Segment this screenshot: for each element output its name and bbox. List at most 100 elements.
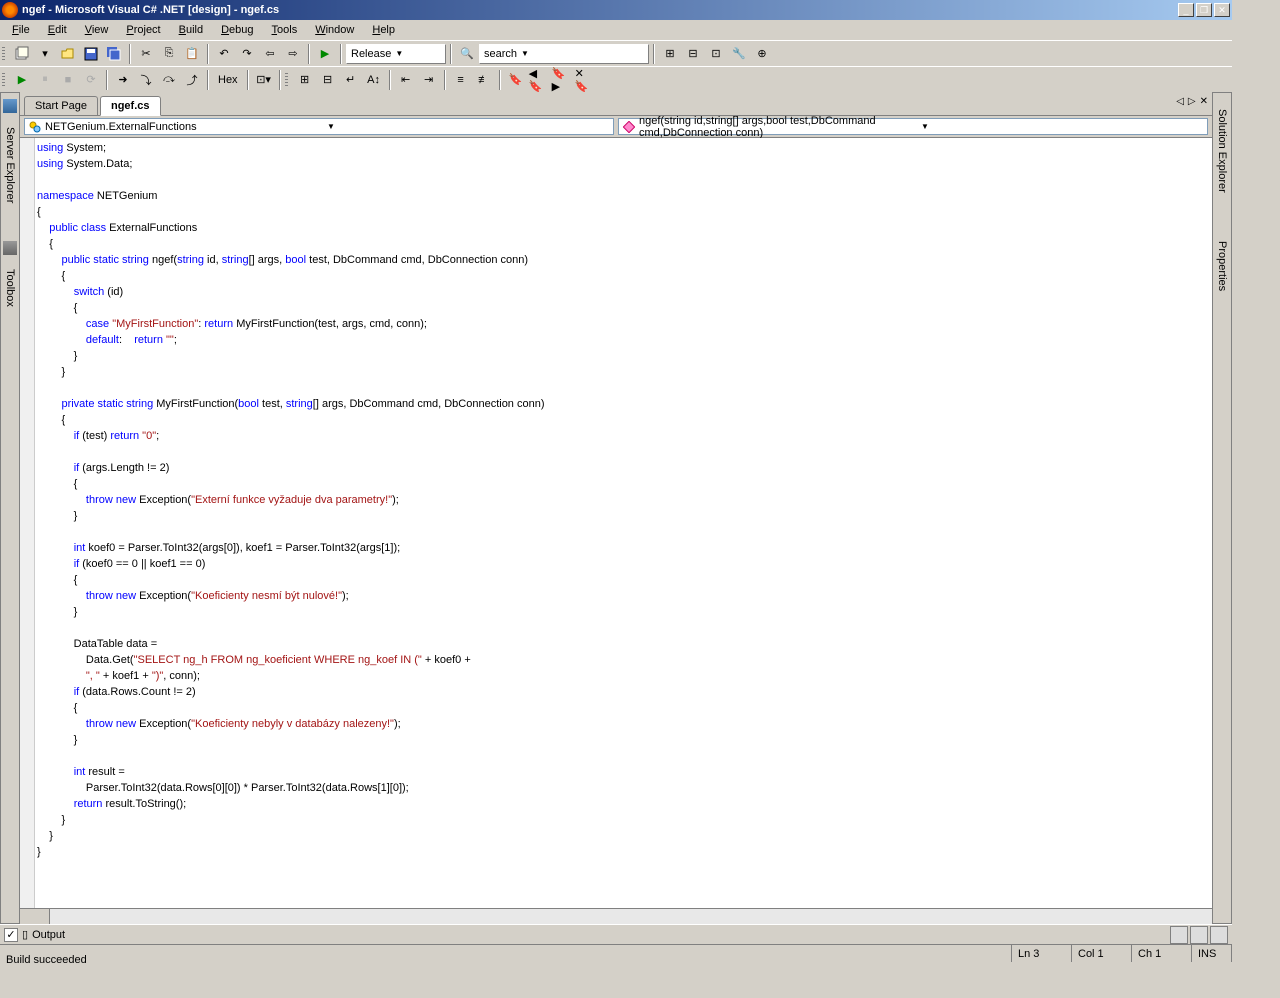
status-ch: Ch 1	[1132, 945, 1192, 962]
tab-start-page[interactable]: Start Page	[24, 96, 98, 115]
indent-less-button[interactable]: ⇤	[395, 69, 417, 91]
text-tool2-button[interactable]: ⊟	[317, 69, 339, 91]
menu-view[interactable]: View	[77, 22, 117, 38]
step-into-button[interactable]: ⤵	[135, 69, 157, 91]
step-over-button[interactable]: ⤼	[158, 69, 180, 91]
menu-file[interactable]: File	[4, 22, 38, 38]
bookmark-prev-button[interactable]: ◀🔖	[528, 69, 550, 91]
app-icon	[2, 2, 18, 18]
class-icon	[29, 121, 41, 133]
code-editor[interactable]: using System;using System.Data; namespac…	[20, 138, 1212, 908]
find-icon[interactable]: 🔍	[456, 43, 478, 65]
redo-button[interactable]: ↷	[236, 43, 258, 65]
toolbox-icon[interactable]	[3, 241, 17, 255]
menu-window[interactable]: Window	[307, 22, 362, 38]
copy-button[interactable]: ⎘	[158, 43, 180, 65]
word-wrap-button[interactable]: ↵	[340, 69, 362, 91]
output-tool3-icon[interactable]	[1210, 926, 1228, 944]
debug-toolbar: ▶ ⏸ ■ ⟳ ➜ ⤵ ⤼ ⤴ Hex ⊡▾ ⊞ ⊟ ↵ A↕ ⇤ ⇥ ≡ ≢ …	[0, 66, 1232, 92]
close-button[interactable]: ✕	[1214, 3, 1230, 17]
toolbar-grip[interactable]	[2, 43, 8, 65]
split-handle[interactable]	[20, 909, 50, 924]
toolbar-grip[interactable]	[2, 69, 8, 91]
horizontal-scrollbar[interactable]	[20, 908, 1212, 924]
toolbar-grip[interactable]	[285, 69, 291, 91]
output-separator: ▯	[22, 928, 28, 941]
navigation-bar: NETGenium.ExternalFunctions ▼ ngef(strin…	[20, 116, 1212, 138]
uncomment-button[interactable]: ≢	[473, 69, 495, 91]
properties-tab[interactable]: Properties	[1214, 233, 1230, 299]
toolbox-button[interactable]: 🔧	[728, 43, 750, 65]
output-tool2-icon[interactable]	[1190, 926, 1208, 944]
start-button[interactable]: ▶	[314, 43, 336, 65]
tab-nav-left-icon[interactable]: ◁	[1176, 96, 1184, 107]
code-text-area[interactable]: using System;using System.Data; namespac…	[35, 138, 1212, 908]
solution-explorer-button[interactable]: ⊞	[659, 43, 681, 65]
tab-ngef-cs[interactable]: ngef.cs	[100, 96, 161, 116]
left-dock: Server Explorer Toolbox	[0, 92, 20, 924]
restore-button[interactable]: ❐	[1196, 3, 1212, 17]
menu-build[interactable]: Build	[171, 22, 211, 38]
task-list-icon[interactable]: ✓	[4, 928, 18, 942]
save-button[interactable]	[80, 43, 102, 65]
member-dropdown[interactable]: ngef(string id,string[] args,bool test,D…	[618, 118, 1208, 135]
menu-debug[interactable]: Debug	[213, 22, 261, 38]
outlining-gutter[interactable]	[20, 138, 35, 908]
new-item-button[interactable]: ▾	[34, 43, 56, 65]
right-dock: Solution Explorer Properties	[1212, 92, 1232, 924]
configuration-dropdown[interactable]: Release▼	[346, 44, 446, 64]
restart-button[interactable]: ⟳	[80, 69, 102, 91]
font-size-button[interactable]: A↕	[363, 69, 385, 91]
indent-more-button[interactable]: ⇥	[418, 69, 440, 91]
object-browser-button[interactable]: ⊡	[705, 43, 727, 65]
properties-button[interactable]: ⊟	[682, 43, 704, 65]
step-out-button[interactable]: ⤴	[181, 69, 203, 91]
cut-button[interactable]: ✂	[135, 43, 157, 65]
menu-help[interactable]: Help	[364, 22, 403, 38]
bookmark-clear-button[interactable]: ✕🔖	[574, 69, 596, 91]
output-tool1-icon[interactable]	[1170, 926, 1188, 944]
class-view-button[interactable]: ⊕	[751, 43, 773, 65]
toolbox-tab[interactable]: Toolbox	[2, 261, 18, 315]
find-dropdown[interactable]: search▼	[479, 44, 649, 64]
status-ins: INS	[1192, 945, 1232, 962]
pause-button[interactable]: ⏸	[34, 69, 56, 91]
bookmark-next-button[interactable]: 🔖▶	[551, 69, 573, 91]
continue-button[interactable]: ▶	[11, 69, 33, 91]
window-title: ngef - Microsoft Visual C# .NET [design]…	[22, 4, 1178, 16]
bookmark-toggle-button[interactable]: 🔖	[505, 69, 527, 91]
menu-tools[interactable]: Tools	[264, 22, 306, 38]
nav-forward-button[interactable]: ⇨	[282, 43, 304, 65]
tab-nav-right-icon[interactable]: ▷	[1188, 96, 1196, 107]
output-panel-bar: ✓ ▯ Output	[0, 924, 1232, 944]
class-dropdown-label: NETGenium.ExternalFunctions	[45, 121, 327, 133]
solution-explorer-tab[interactable]: Solution Explorer	[1214, 101, 1230, 201]
hex-button[interactable]: Hex	[213, 69, 243, 91]
status-col: Col 1	[1072, 945, 1132, 962]
menu-edit[interactable]: Edit	[40, 22, 75, 38]
statusbar: Build succeeded Ln 3 Col 1 Ch 1 INS	[0, 944, 1232, 962]
comment-button[interactable]: ≡	[450, 69, 472, 91]
status-line: Ln 3	[1012, 945, 1072, 962]
save-all-button[interactable]	[103, 43, 125, 65]
text-tool1-button[interactable]: ⊞	[294, 69, 316, 91]
titlebar: ngef - Microsoft Visual C# .NET [design]…	[0, 0, 1232, 20]
paste-button[interactable]: 📋	[181, 43, 203, 65]
menu-project[interactable]: Project	[118, 22, 168, 38]
menubar: File Edit View Project Build Debug Tools…	[0, 20, 1232, 40]
output-label[interactable]: Output	[32, 929, 65, 941]
tab-close-icon[interactable]: ✕	[1200, 96, 1208, 107]
method-icon	[623, 121, 635, 133]
standard-toolbar: ▾ ✂ ⎘ 📋 ↶ ↷ ⇦ ⇨ ▶ Release▼ 🔍 search▼ ⊞ ⊟…	[0, 40, 1232, 66]
undo-button[interactable]: ↶	[213, 43, 235, 65]
stop-button[interactable]: ■	[57, 69, 79, 91]
server-explorer-tab[interactable]: Server Explorer	[2, 119, 18, 211]
server-explorer-icon[interactable]	[3, 99, 17, 113]
show-next-button[interactable]: ➜	[112, 69, 134, 91]
nav-back-button[interactable]: ⇦	[259, 43, 281, 65]
breakpoints-button[interactable]: ⊡▾	[253, 69, 275, 91]
new-project-button[interactable]	[11, 43, 33, 65]
minimize-button[interactable]: _	[1178, 3, 1194, 17]
open-button[interactable]	[57, 43, 79, 65]
class-dropdown[interactable]: NETGenium.ExternalFunctions ▼	[24, 118, 614, 135]
